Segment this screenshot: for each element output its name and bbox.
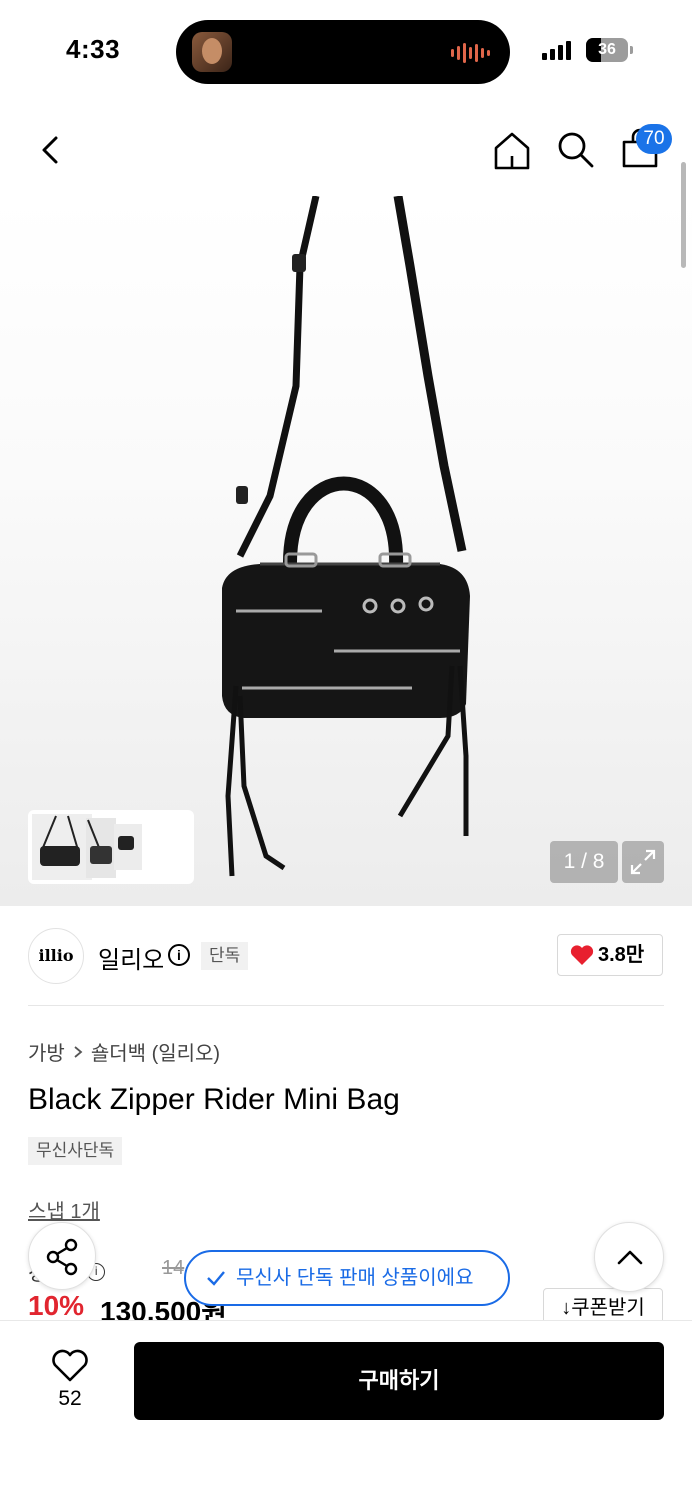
exclusive-toast: 무신사 단독 판매 상품이에요 xyxy=(184,1250,510,1306)
chevron-up-icon xyxy=(617,1250,643,1265)
expand-icon[interactable] xyxy=(622,841,664,883)
brand-likes-count: 3.8만 xyxy=(598,944,645,966)
product-title: Black Zipper Rider Mini Bag xyxy=(28,1083,400,1116)
bottom-action-bar: 52 구매하기 xyxy=(0,1320,692,1500)
scroll-top-button[interactable] xyxy=(594,1222,664,1292)
buy-button[interactable]: 구매하기 xyxy=(134,1342,664,1420)
snap-link[interactable]: 스냅 1개 xyxy=(28,1195,100,1224)
heart-filled-icon xyxy=(570,945,594,965)
exclusive-badge: 단독 xyxy=(201,942,249,970)
battery-tip xyxy=(630,46,633,54)
dynamic-island[interactable] xyxy=(176,20,510,84)
wishlist-button[interactable]: 52 xyxy=(42,1347,98,1417)
heart-outline-icon xyxy=(52,1349,88,1382)
check-icon xyxy=(207,1271,225,1286)
thumbnail-strip[interactable] xyxy=(28,810,194,884)
brand-row: illio 일리오 i 단독 3.8만 xyxy=(0,906,692,1006)
scrollbar[interactable] xyxy=(681,162,686,268)
chevron-right-icon xyxy=(74,1045,83,1058)
share-button[interactable] xyxy=(28,1222,96,1290)
brand-name[interactable]: 일리오 xyxy=(98,940,164,975)
thumbnail-image xyxy=(32,814,142,880)
discount-rate: 10% xyxy=(28,1290,85,1321)
battery-level: 36 xyxy=(598,41,616,58)
breadcrumb: 가방 숄더백 (일리오) xyxy=(28,1037,220,1066)
status-time: 4:33 xyxy=(66,34,121,64)
brand-logo[interactable]: illio xyxy=(28,928,84,984)
breadcrumb-subcategory[interactable]: 숄더백 (일리오) xyxy=(91,1037,220,1066)
battery-icon: 36 xyxy=(586,38,628,62)
original-price: 14 xyxy=(162,1257,185,1279)
coupon-label: 쿠폰받기 xyxy=(571,1297,645,1319)
home-icon[interactable] xyxy=(492,128,532,172)
wishlist-count: 52 xyxy=(58,1387,82,1410)
back-icon[interactable] xyxy=(30,128,70,172)
top-nav xyxy=(0,100,692,196)
audio-wave-icon xyxy=(451,42,490,64)
now-playing-avatar xyxy=(192,32,232,72)
product-image xyxy=(222,196,470,877)
search-icon[interactable] xyxy=(556,130,596,170)
image-pager: 1 / 8 xyxy=(550,841,618,883)
divider xyxy=(28,1005,664,1006)
cart-count-badge: 70 xyxy=(636,124,672,154)
toast-text: 무신사 단독 판매 상품이에요 xyxy=(236,1267,474,1289)
musinsa-exclusive-badge: 무신사단독 xyxy=(28,1137,123,1165)
share-icon xyxy=(46,1238,78,1276)
brand-likes-button[interactable]: 3.8만 xyxy=(557,934,663,976)
cellular-signal-icon xyxy=(542,40,571,60)
download-icon: ↓ xyxy=(561,1297,572,1319)
product-image-gallery[interactable]: 1 / 8 xyxy=(0,196,692,906)
status-bar: 4:33 36 xyxy=(0,0,692,100)
breadcrumb-category[interactable]: 가방 xyxy=(28,1037,65,1066)
info-icon[interactable]: i xyxy=(168,944,190,966)
